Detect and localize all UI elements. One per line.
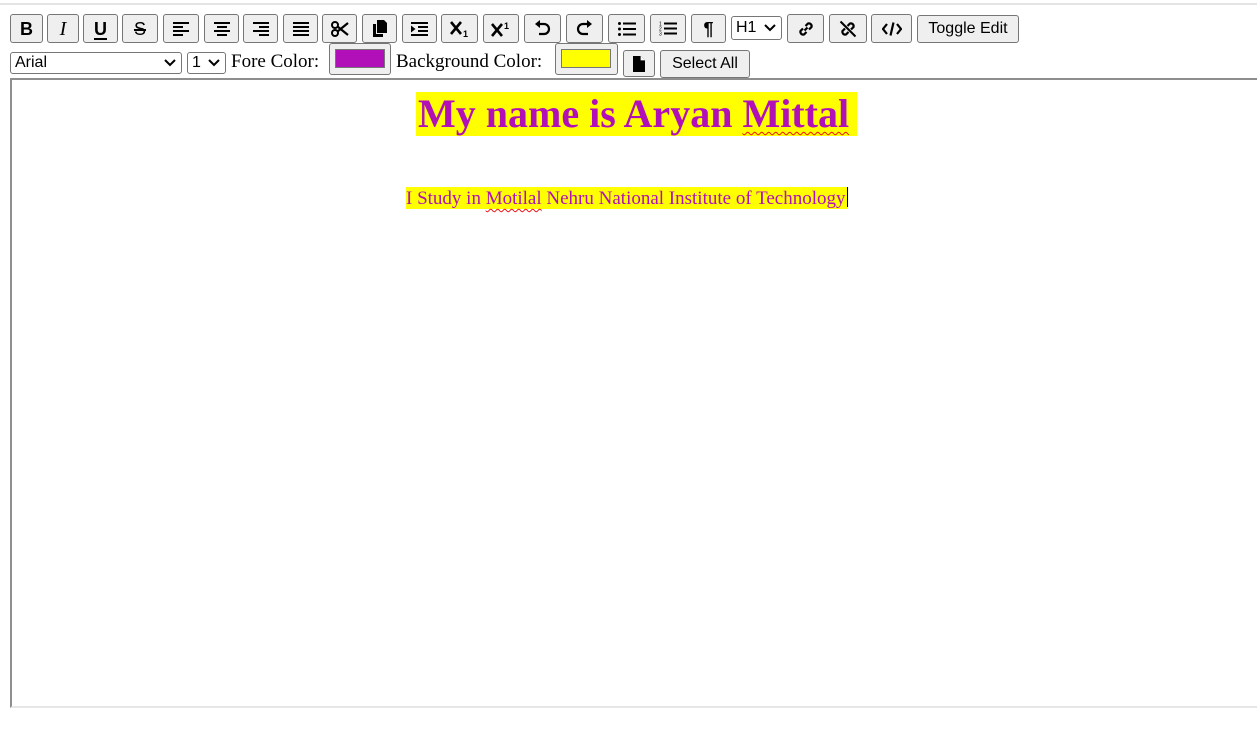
editor-heading: My name is Aryan Mittal [416,91,858,136]
top-divider [0,3,1257,5]
align-left-button[interactable] [163,14,199,43]
bold-icon: B [20,18,33,39]
strikethrough-icon: S [133,18,146,39]
pilcrow-icon: ¶ [703,18,714,39]
code-icon [881,21,902,36]
toggle-edit-button[interactable]: Toggle Edit [917,15,1019,43]
cut-button[interactable] [322,14,357,43]
superscript-icon: 1 [491,21,509,37]
svg-text:1: 1 [504,21,509,31]
text-caret [846,187,848,207]
align-center-icon [213,21,230,36]
justify-button[interactable] [283,14,318,43]
link-icon [798,21,813,36]
bold-button[interactable]: B [10,14,43,43]
font-size-select[interactable]: 1 [187,52,226,74]
file-icon [633,55,645,72]
undo-icon [535,20,551,36]
italic-button[interactable]: I [47,14,79,43]
redo-button[interactable] [566,14,603,43]
heading-text: My name is Aryan [418,91,743,136]
underline-button[interactable]: U [83,14,118,43]
align-center-button[interactable] [204,14,239,43]
strikethrough-button[interactable]: S [122,14,158,43]
paragraph-button[interactable]: ¶ [691,14,726,43]
paragraph-text-start: I Study in [406,188,486,209]
select-all-button[interactable]: Select All [660,50,750,78]
background-color-swatch [561,49,611,68]
unordered-list-button[interactable] [608,14,645,43]
background-color-label: Background Color: [396,51,543,72]
align-justify-icon [292,21,309,36]
editor-paragraph: I Study in Motilal Nehru National Instit… [406,187,848,209]
heading-select[interactable]: H1 [731,16,782,40]
chevron-down-icon [164,59,176,67]
heading-misspelled-word: Mittal [742,91,850,136]
new-document-button[interactable] [623,50,655,77]
fore-color-label: Fore Color: [231,51,320,72]
fore-color-swatch [335,49,385,68]
link-button[interactable] [787,14,824,43]
redo-icon [576,20,592,36]
subscript-icon: 1 [449,20,468,37]
copy-button[interactable] [362,14,397,43]
superscript-button[interactable]: 1 [483,14,519,43]
font-size-value: 1 [192,54,201,71]
indent-icon [411,21,428,36]
code-button[interactable] [871,14,912,43]
scissors-icon [330,20,349,37]
font-family-value: Arial [15,54,48,71]
paragraph-misspelled-word: Motilal [485,188,542,209]
chevron-down-icon [764,24,776,32]
unlink-button[interactable] [829,14,867,43]
numbered-list-icon: 1 2 3 [659,22,677,37]
chevron-down-icon [208,59,220,67]
align-left-icon [173,21,189,36]
align-right-button[interactable] [243,14,278,43]
heading-select-value: H1 [736,19,757,36]
subscript-button[interactable]: 1 [441,14,478,43]
undo-button[interactable] [524,14,561,43]
indent-button[interactable] [402,14,437,43]
font-family-select[interactable]: Arial [10,52,182,74]
fore-color-picker[interactable] [329,43,391,75]
copy-icon [372,20,387,37]
editor-area[interactable]: My name is Aryan Mittal I Study in Motil… [10,78,1257,708]
svg-text:3: 3 [659,32,662,37]
unlink-icon [839,20,857,37]
align-right-icon [252,21,269,36]
background-color-picker[interactable] [555,43,618,75]
italic-icon: I [59,17,67,40]
svg-text:1: 1 [463,29,468,37]
bullet-list-icon [617,21,636,36]
underline-icon: U [94,18,107,39]
ordered-list-button[interactable]: 1 2 3 [650,14,686,43]
paragraph-text-end: Nehru National Institute of Technology [541,188,846,209]
